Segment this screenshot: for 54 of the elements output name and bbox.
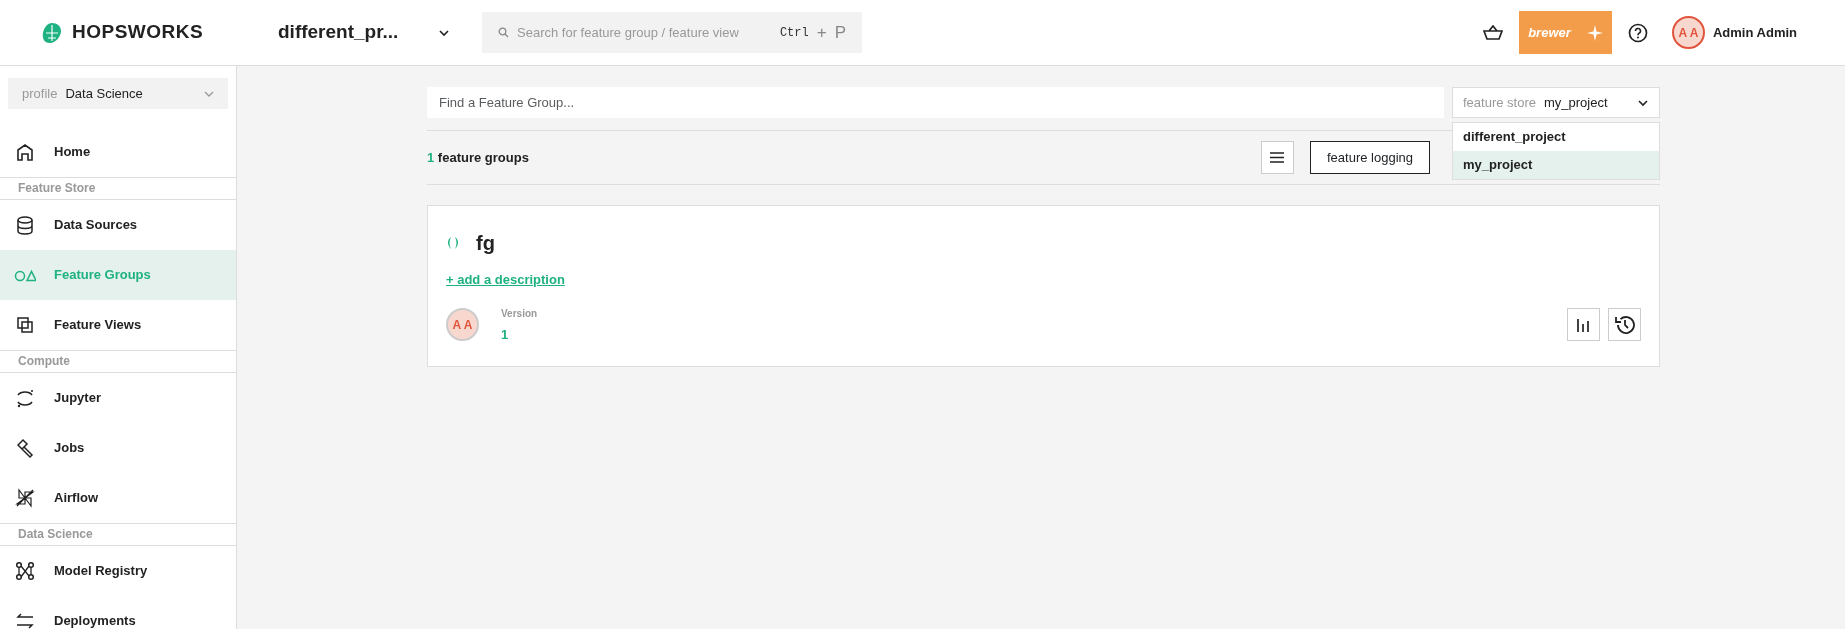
- feature-group-count: 1 feature groups: [427, 148, 530, 167]
- database-icon: [14, 214, 36, 236]
- project-name[interactable]: different_pr...: [278, 18, 438, 47]
- brand-name: HOPSWORKS: [72, 20, 204, 45]
- section-heading: Feature Store: [0, 177, 236, 200]
- search-icon: [498, 27, 509, 38]
- card-title[interactable]: fg: [476, 228, 495, 258]
- list-view-button[interactable]: [1261, 141, 1294, 174]
- history-button[interactable]: [1608, 308, 1641, 342]
- chevron-down-icon: [204, 90, 214, 97]
- user-name[interactable]: Admin Admin: [1713, 22, 1797, 43]
- logo-icon: [40, 20, 64, 45]
- chevron-down-icon[interactable]: [438, 28, 450, 37]
- sparkle-icon: [1586, 24, 1603, 41]
- overlapping-squares-icon: [14, 314, 36, 336]
- nav-item[interactable]: Feature Views: [0, 300, 236, 350]
- help-icon[interactable]: [1628, 22, 1648, 43]
- dropdown-option[interactable]: different_project: [1453, 123, 1659, 151]
- shortcut-key: P: [834, 19, 846, 46]
- feature-group-card[interactable]: fg + add a description A A Version 1: [427, 205, 1660, 367]
- pinwheel-icon: [14, 487, 36, 509]
- feature-logging-button[interactable]: feature logging: [1310, 141, 1430, 174]
- feature-store-select[interactable]: feature store my_project: [1452, 87, 1660, 118]
- section-heading: Compute: [0, 350, 236, 373]
- basket-icon[interactable]: [1483, 24, 1503, 41]
- nav-item[interactable]: Data Sources: [0, 200, 236, 250]
- graph-icon: [14, 560, 36, 582]
- chevron-down-icon: [1637, 98, 1649, 107]
- orbit-icon: [14, 387, 36, 409]
- search-field[interactable]: Find a Feature Group...: [427, 87, 1444, 118]
- section-heading: Data Science: [0, 523, 236, 546]
- nav-item[interactable]: Deployments: [0, 596, 236, 629]
- hammer-icon: [14, 437, 36, 459]
- nav-item[interactable]: Jupyter: [0, 373, 236, 423]
- bar-chart-icon: [1575, 316, 1592, 333]
- leaf-pair-icon: [446, 236, 460, 250]
- search-field[interactable]: Search for feature group / feature view Ctrl + P: [482, 12, 862, 53]
- search-placeholder: Search for feature group / feature view: [517, 23, 740, 42]
- menu-icon: [1270, 152, 1285, 163]
- profile-select[interactable]: profile Data Science: [8, 78, 228, 109]
- dropdown-option[interactable]: my_project: [1453, 151, 1659, 179]
- owner-avatar: A A: [446, 308, 479, 342]
- nav-item[interactable]: Model Registry: [0, 546, 236, 596]
- shortcut-key: +: [816, 19, 827, 46]
- nav-item[interactable]: Jobs: [0, 423, 236, 473]
- nav-item[interactable]: Home: [0, 127, 236, 177]
- version-label: Version: [501, 306, 538, 321]
- home-icon: [14, 141, 36, 163]
- history-icon: [1613, 313, 1636, 336]
- statistics-button[interactable]: [1567, 308, 1600, 342]
- nav-item[interactable]: Airflow: [0, 473, 236, 523]
- swap-arrows-icon: [14, 610, 36, 629]
- shortcut-key: Ctrl: [779, 23, 809, 42]
- version-number: 1: [501, 325, 510, 344]
